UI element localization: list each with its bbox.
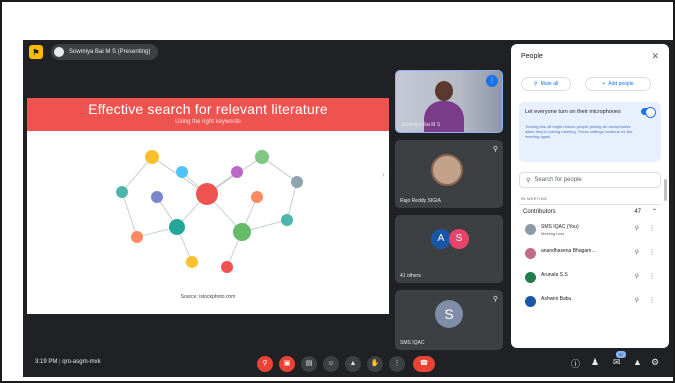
avatar xyxy=(431,154,463,186)
participant-name: anandhasena Bhagam… xyxy=(541,248,597,254)
toggle-label: Let everyone turn on their microphones xyxy=(525,109,621,115)
chevron-up-icon[interactable]: ⌃ xyxy=(652,208,657,215)
participant-row[interactable]: Arunala S.S ⚲ ⋮ xyxy=(519,268,661,290)
tile-name: SMS IQAC xyxy=(400,340,425,346)
chat-icon[interactable]: ✉ xyxy=(613,357,621,368)
presenter-bar: ⚑ Sowmiya Bai M S (Presenting) xyxy=(23,40,503,64)
mic-off-button[interactable]: ⚲ xyxy=(257,356,273,372)
slide-header: Effective search for relevant literature… xyxy=(27,98,389,131)
screenshot-frame: ⚑ Sowmiya Bai M S (Presenting) Effective… xyxy=(0,0,675,383)
call-controls-bar: 3:19 PM | qro-asgm-mxk ⚲ ▣ ▤ ☺ ▲ ✋ ⋮ ☎ ⓘ… xyxy=(23,351,673,377)
others-tile[interactable]: A S 41 others xyxy=(395,215,503,283)
avatar xyxy=(525,248,536,259)
host-controls-icon[interactable]: ⚙ xyxy=(651,357,659,368)
more-options-icon[interactable]: ⋮ xyxy=(649,225,655,232)
participant-name: Ashwini Babu xyxy=(541,296,572,302)
current-time: 3:19 PM xyxy=(35,359,58,365)
avatar xyxy=(525,296,536,307)
mic-off-icon[interactable]: ⚲ xyxy=(635,297,639,304)
participant-tile-presenter[interactable]: ⋮ Sowmiya Bai M S xyxy=(395,70,503,133)
microphone-setting: Let everyone turn on their microphones T… xyxy=(519,102,661,162)
participant-video xyxy=(435,81,453,101)
participant-role: Meeting host xyxy=(541,231,564,236)
contributors-group[interactable]: Contributors 47 ⌃ xyxy=(519,204,661,218)
meeting-info: 3:19 PM | qro-asgm-mxk xyxy=(35,359,101,365)
section-label: IN MEETING xyxy=(521,196,548,201)
mic-off-icon: ⚲ xyxy=(492,146,498,153)
add-person-icon: + xyxy=(602,81,606,87)
more-options-icon[interactable]: ⋮ xyxy=(649,297,655,304)
scrollbar[interactable] xyxy=(664,179,667,201)
tile-name: Sowmiya Bai M S xyxy=(401,122,441,128)
meeting-code: qro-asgm-mxk xyxy=(62,359,101,365)
mic-off-icon[interactable]: ⚲ xyxy=(635,225,639,232)
tile-name: Rajo Reddy SIGIA xyxy=(400,198,441,204)
mute-all-button[interactable]: ⚲ Mute all xyxy=(521,77,571,91)
mic-off-icon[interactable]: ⚲ xyxy=(635,249,639,256)
camera-off-button[interactable]: ▣ xyxy=(279,356,295,372)
group-count: 47 xyxy=(634,208,641,215)
microphone-toggle[interactable] xyxy=(641,107,656,118)
group-label: Contributors xyxy=(523,208,556,215)
search-people-input[interactable]: ⚲ Search for people xyxy=(519,172,661,188)
more-options-button[interactable]: ⋮ xyxy=(389,356,405,372)
network-node-center xyxy=(196,183,218,205)
reactions-button[interactable]: ☺ xyxy=(323,356,339,372)
toggle-help-text: Turning this off might reduce people joi… xyxy=(525,124,633,139)
participant-tile-self[interactable]: S ⚲ SMS IQAC xyxy=(395,290,503,350)
mic-off-icon: ⚲ xyxy=(492,296,498,303)
slide-title: Effective search for relevant literature xyxy=(88,101,328,117)
network-illustration xyxy=(116,150,303,273)
participant-row[interactable]: anandhasena Bhagam… ⚲ ⋮ xyxy=(519,244,661,266)
tile-name: 41 others xyxy=(400,273,421,279)
activities-icon[interactable]: ▲ xyxy=(633,357,642,367)
captions-button[interactable]: ▤ xyxy=(301,356,317,372)
shared-slide: Effective search for relevant literature… xyxy=(27,98,389,314)
mute-all-label: Mute all xyxy=(540,81,559,87)
panel-title: People xyxy=(521,53,543,60)
meet-window: ⚑ Sowmiya Bai M S (Presenting) Effective… xyxy=(23,40,673,377)
more-options-icon[interactable]: ⋮ xyxy=(649,249,655,256)
participant-row[interactable]: Ashwini Babu ⚲ ⋮ xyxy=(519,292,661,314)
search-placeholder: Search for people xyxy=(534,177,582,183)
avatar: S xyxy=(435,300,463,328)
participant-name: Arunala S.S xyxy=(541,272,568,278)
avatar xyxy=(525,272,536,283)
present-button[interactable]: ▲ xyxy=(345,356,361,372)
people-icon[interactable]: ♟ xyxy=(591,357,599,368)
participant-tile[interactable]: ⚲ Rajo Reddy SIGIA xyxy=(395,140,503,208)
avatar: S xyxy=(449,229,469,249)
participant-row[interactable]: SMS IQAC (You) Meeting host ⚲ ⋮ xyxy=(519,220,661,242)
raise-hand-button[interactable]: ✋ xyxy=(367,356,383,372)
close-icon[interactable]: ✕ xyxy=(651,51,659,62)
presenter-chip[interactable]: Sowmiya Bai M S (Presenting) xyxy=(51,44,159,60)
presenter-avatar xyxy=(54,47,64,57)
mic-off-icon: ⚲ xyxy=(533,81,538,87)
search-icon: ⚲ xyxy=(526,177,531,184)
mic-off-icon[interactable]: ⚲ xyxy=(635,273,639,280)
people-panel: People ✕ ⚲ Mute all + Add people Let eve… xyxy=(511,44,669,348)
end-call-button[interactable]: ☎ xyxy=(413,356,435,372)
speaking-icon: ⋮ xyxy=(486,75,498,87)
avatar xyxy=(525,224,536,235)
add-people-button[interactable]: + Add people xyxy=(585,77,651,91)
info-icon[interactable]: ⓘ xyxy=(571,357,580,370)
more-options-icon[interactable]: ⋮ xyxy=(649,273,655,280)
pin-icon[interactable]: ⚑ xyxy=(29,45,43,59)
participant-name: SMS IQAC (You) xyxy=(541,224,579,230)
slide-subtitle: Using the right keywords xyxy=(175,119,241,125)
chevron-right-icon[interactable]: › xyxy=(382,170,385,179)
presenter-label: Sowmiya Bai M S (Presenting) xyxy=(69,49,151,55)
slide-source: Source: istockphoto.com xyxy=(180,294,236,300)
avatar: A xyxy=(431,229,451,249)
add-people-label: Add people xyxy=(608,81,634,87)
